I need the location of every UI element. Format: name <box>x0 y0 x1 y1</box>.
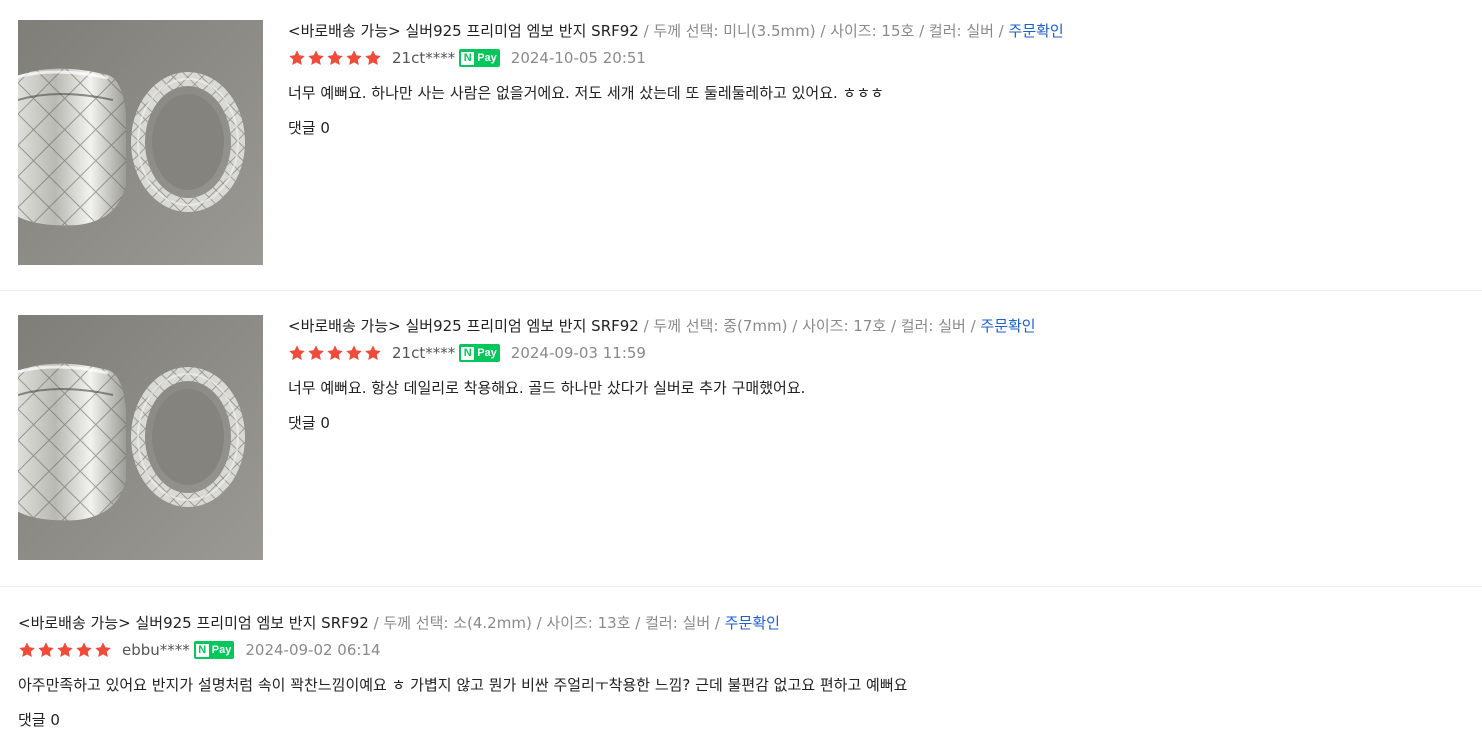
reviewer-id: 21ct**** <box>392 344 456 362</box>
rating-stars <box>288 344 382 362</box>
review-meta: 21ct**** N Pay 2024-09-03 11:59 <box>288 342 1462 364</box>
npay-badge: N Pay <box>459 49 500 67</box>
star-icon <box>307 344 325 362</box>
review-photo[interactable] <box>18 20 263 265</box>
product-name: <바로배송 가능> 실버925 프리미엄 엠보 반지 SRF92 <box>288 317 639 335</box>
review-text: 너무 예뻐요. 하나만 사는 사람은 없을거에요. 저도 세개 샀는데 또 둘레… <box>288 84 884 102</box>
star-icon <box>37 641 55 659</box>
product-name: <바로배송 가능> 실버925 프리미엄 엠보 반지 SRF92 <box>288 22 639 40</box>
option-text: / 두께 선택: 미니(3.5mm) / 사이즈: 15호 / 컬러: 실버 / <box>638 22 1009 40</box>
product-line: <바로배송 가능> 실버925 프리미엄 엠보 반지 SRF92 / 두께 선택… <box>288 21 1462 41</box>
review-content: <바로배송 가능> 실버925 프리미엄 엠보 반지 SRF92 / 두께 선택… <box>18 613 1462 730</box>
npay-label: Pay <box>477 52 497 64</box>
star-icon <box>288 49 306 67</box>
star-icon <box>307 49 325 67</box>
order-confirm-link[interactable]: 주문확인 <box>725 614 780 632</box>
rating-stars <box>288 49 382 67</box>
review-text: 너무 예뻐요. 항상 데일리로 착용해요. 골드 하나만 샀다가 실버로 추가 … <box>288 379 806 397</box>
rating-stars <box>18 641 112 659</box>
npay-label: Pay <box>211 644 232 656</box>
review-meta: 21ct**** N Pay 2024-10-05 20:51 <box>288 47 1462 69</box>
product-line: <바로배송 가능> 실버925 프리미엄 엠보 반지 SRF92 / 두께 선택… <box>288 316 1462 336</box>
product-line: <바로배송 가능> 실버925 프리미엄 엠보 반지 SRF92 / 두께 선택… <box>18 613 1462 633</box>
star-icon <box>326 49 344 67</box>
reviewer-id: ebbu**** <box>122 641 190 659</box>
product-name: <바로배송 가능> 실버925 프리미엄 엠보 반지 SRF92 <box>18 614 369 632</box>
comment-count-button[interactable]: 댓글 0 <box>288 118 1462 138</box>
review-content: <바로배송 가능> 실버925 프리미엄 엠보 반지 SRF92 / 두께 선택… <box>288 21 1462 138</box>
review-meta: ebbu**** N Pay 2024-09-02 06:14 <box>18 639 1462 661</box>
star-icon <box>345 344 363 362</box>
review-item: <바로배송 가능> 실버925 프리미엄 엠보 반지 SRF92 / 두께 선택… <box>0 291 1482 587</box>
npay-n-icon: N <box>461 51 475 65</box>
order-confirm-link[interactable]: 주문확인 <box>980 317 1035 335</box>
star-icon <box>345 49 363 67</box>
review-date: 2024-09-03 11:59 <box>510 344 646 362</box>
comment-count-button[interactable]: 댓글 0 <box>18 710 1462 730</box>
star-icon <box>94 641 112 659</box>
order-confirm-link[interactable]: 주문확인 <box>1009 22 1064 40</box>
star-icon <box>288 344 306 362</box>
reviewer-id: 21ct**** <box>392 49 456 67</box>
review-item: <바로배송 가능> 실버925 프리미엄 엠보 반지 SRF92 / 두께 선택… <box>0 0 1482 291</box>
review-content: <바로배송 가능> 실버925 프리미엄 엠보 반지 SRF92 / 두께 선택… <box>288 316 1462 433</box>
npay-label: Pay <box>477 347 497 359</box>
star-icon <box>364 49 382 67</box>
star-icon <box>75 641 93 659</box>
npay-badge: N Pay <box>459 344 500 362</box>
review-date: 2024-10-05 20:51 <box>510 49 646 67</box>
option-text: / 두께 선택: 중(7mm) / 사이즈: 17호 / 컬러: 실버 / <box>638 317 981 335</box>
option-text: / 두께 선택: 소(4.2mm) / 사이즈: 13호 / 컬러: 실버 / <box>368 614 725 632</box>
star-icon <box>364 344 382 362</box>
npay-n-icon: N <box>461 346 475 360</box>
review-item: <바로배송 가능> 실버925 프리미엄 엠보 반지 SRF92 / 두께 선택… <box>0 587 1482 756</box>
review-text: 아주만족하고 있어요 반지가 설명처럼 속이 꽉찬느낌이예요 ㅎ 가볍지 않고 … <box>18 676 908 694</box>
npay-n-icon: N <box>195 643 209 657</box>
npay-badge: N Pay <box>193 641 235 659</box>
star-icon <box>326 344 344 362</box>
star-icon <box>56 641 74 659</box>
star-icon <box>18 641 36 659</box>
review-photo[interactable] <box>18 315 263 560</box>
review-date: 2024-09-02 06:14 <box>245 641 381 659</box>
comment-count-button[interactable]: 댓글 0 <box>288 413 1462 433</box>
